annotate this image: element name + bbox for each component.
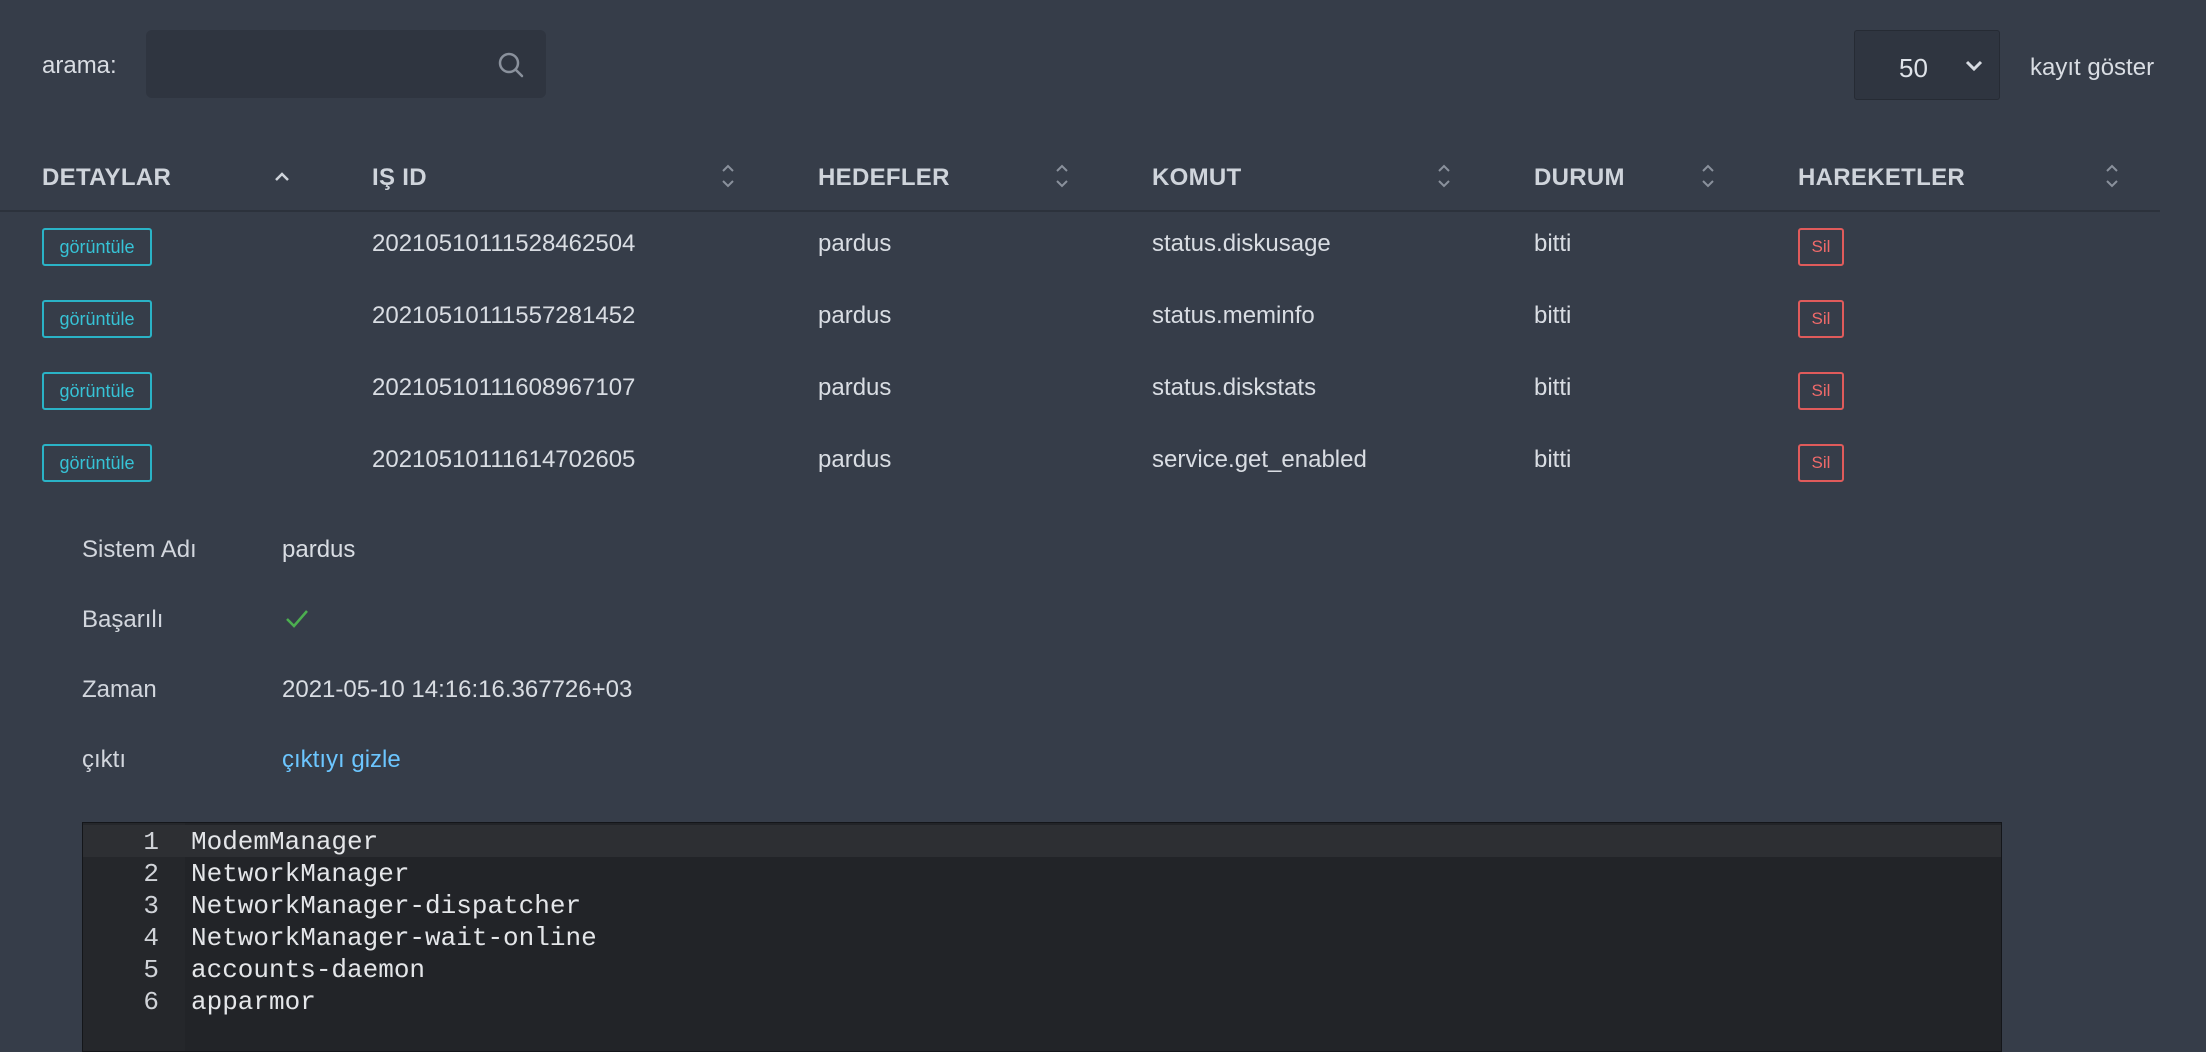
line-text: accounts-daemon <box>191 955 426 985</box>
sort-icon[interactable] <box>1698 160 1718 192</box>
delete-button[interactable]: Sil <box>1798 300 1844 338</box>
code-line: 6 apparmor <box>83 985 2001 1017</box>
search-input[interactable] <box>146 30 482 96</box>
line-text: NetworkManager-wait-online <box>191 923 597 953</box>
command-cell: status.diskusage <box>1152 230 1331 257</box>
line-text: NetworkManager <box>191 859 410 889</box>
table-controls: arama: 50 kayıt göster <box>0 0 2206 130</box>
status-cell: bitti <box>1534 302 1572 329</box>
table-row: görüntüle 20210510111614702605 pardus se… <box>0 426 2160 498</box>
line-number: 2 <box>143 859 159 889</box>
search-icon[interactable] <box>496 50 526 80</box>
view-button[interactable]: görüntüle <box>42 300 152 338</box>
page-size-select[interactable]: 50 <box>1854 30 2000 100</box>
column-header-label: IŞ ID <box>372 164 427 191</box>
job-id-cell: 20210510111614702605 <box>372 446 636 473</box>
code-line: 4 NetworkManager-wait-online <box>83 921 2001 953</box>
column-header-label: HEDEFLER <box>818 164 950 191</box>
line-number: 3 <box>143 891 159 921</box>
command-cell: status.diskstats <box>1152 374 1317 401</box>
job-id-cell: 20210510111528462504 <box>372 230 636 257</box>
line-number: 1 <box>143 827 159 857</box>
column-header-label: DETAYLAR <box>42 164 172 191</box>
hide-output-link[interactable]: çıktıyı gizle <box>282 746 401 774</box>
line-number: 5 <box>143 955 159 985</box>
command-cell: status.meminfo <box>1152 302 1315 329</box>
page-size-value: 50 <box>1899 53 1928 83</box>
time-label: Zaman <box>82 676 157 703</box>
view-button[interactable]: görüntüle <box>42 372 152 410</box>
view-button[interactable]: görüntüle <box>42 228 152 266</box>
system-name-label: Sistem Adı <box>82 536 197 563</box>
column-header-label: HAREKETLER <box>1798 164 1966 191</box>
target-cell: pardus <box>818 374 892 401</box>
target-cell: pardus <box>818 230 892 257</box>
line-text: ModemManager <box>191 827 379 857</box>
sort-ascending-icon[interactable] <box>272 160 292 192</box>
status-cell: bitti <box>1534 374 1572 401</box>
line-number: 6 <box>143 987 159 1017</box>
status-cell: bitti <box>1534 446 1572 473</box>
table-row: görüntüle 20210510111528462504 pardus st… <box>0 210 2160 282</box>
job-id-cell: 20210510111608967107 <box>372 374 636 401</box>
line-text: NetworkManager-dispatcher <box>191 891 582 921</box>
target-cell: pardus <box>818 302 892 329</box>
code-line: 5 accounts-daemon <box>83 953 2001 985</box>
sort-icon[interactable] <box>1052 160 1072 192</box>
table-row: görüntüle 20210510111608967107 pardus st… <box>0 354 2160 426</box>
search-box[interactable] <box>146 30 546 98</box>
check-icon <box>286 610 308 628</box>
delete-button[interactable]: Sil <box>1798 372 1844 410</box>
job-id-cell: 20210510111557281452 <box>372 302 636 329</box>
sort-icon[interactable] <box>2102 160 2122 192</box>
status-cell: bitti <box>1534 230 1572 257</box>
column-header-label: KOMUT <box>1152 164 1242 191</box>
system-name-value: pardus <box>282 536 356 563</box>
output-label: çıktı <box>82 746 127 773</box>
column-header-label: DURUM <box>1534 164 1625 191</box>
sort-icon[interactable] <box>718 160 738 192</box>
code-line: 1 ModemManager <box>83 825 2001 857</box>
code-line: 2 NetworkManager <box>83 857 2001 889</box>
code-line: 3 NetworkManager-dispatcher <box>83 889 2001 921</box>
table-header: DETAYLAR IŞ ID HEDEFLER KOMUT DURUM HARE… <box>0 150 2160 212</box>
output-code-viewer[interactable]: 1 ModemManager 2 NetworkManager 3 Networ… <box>82 822 2002 1052</box>
delete-button[interactable]: Sil <box>1798 444 1844 482</box>
line-number: 4 <box>143 923 159 953</box>
sort-icon[interactable] <box>1434 160 1454 192</box>
time-value: 2021-05-10 14:16:16.367726+03 <box>282 676 633 703</box>
search-label: arama: <box>42 52 117 79</box>
delete-button[interactable]: Sil <box>1798 228 1844 266</box>
chevron-down-icon <box>1965 60 1983 72</box>
view-button[interactable]: görüntüle <box>42 444 152 482</box>
target-cell: pardus <box>818 446 892 473</box>
table-row: görüntüle 20210510111557281452 pardus st… <box>0 282 2160 354</box>
success-label: Başarılı <box>82 606 164 633</box>
command-cell: service.get_enabled <box>1152 446 1367 473</box>
line-text: apparmor <box>191 987 316 1017</box>
page-size-suffix: kayıt göster <box>2030 54 2155 81</box>
